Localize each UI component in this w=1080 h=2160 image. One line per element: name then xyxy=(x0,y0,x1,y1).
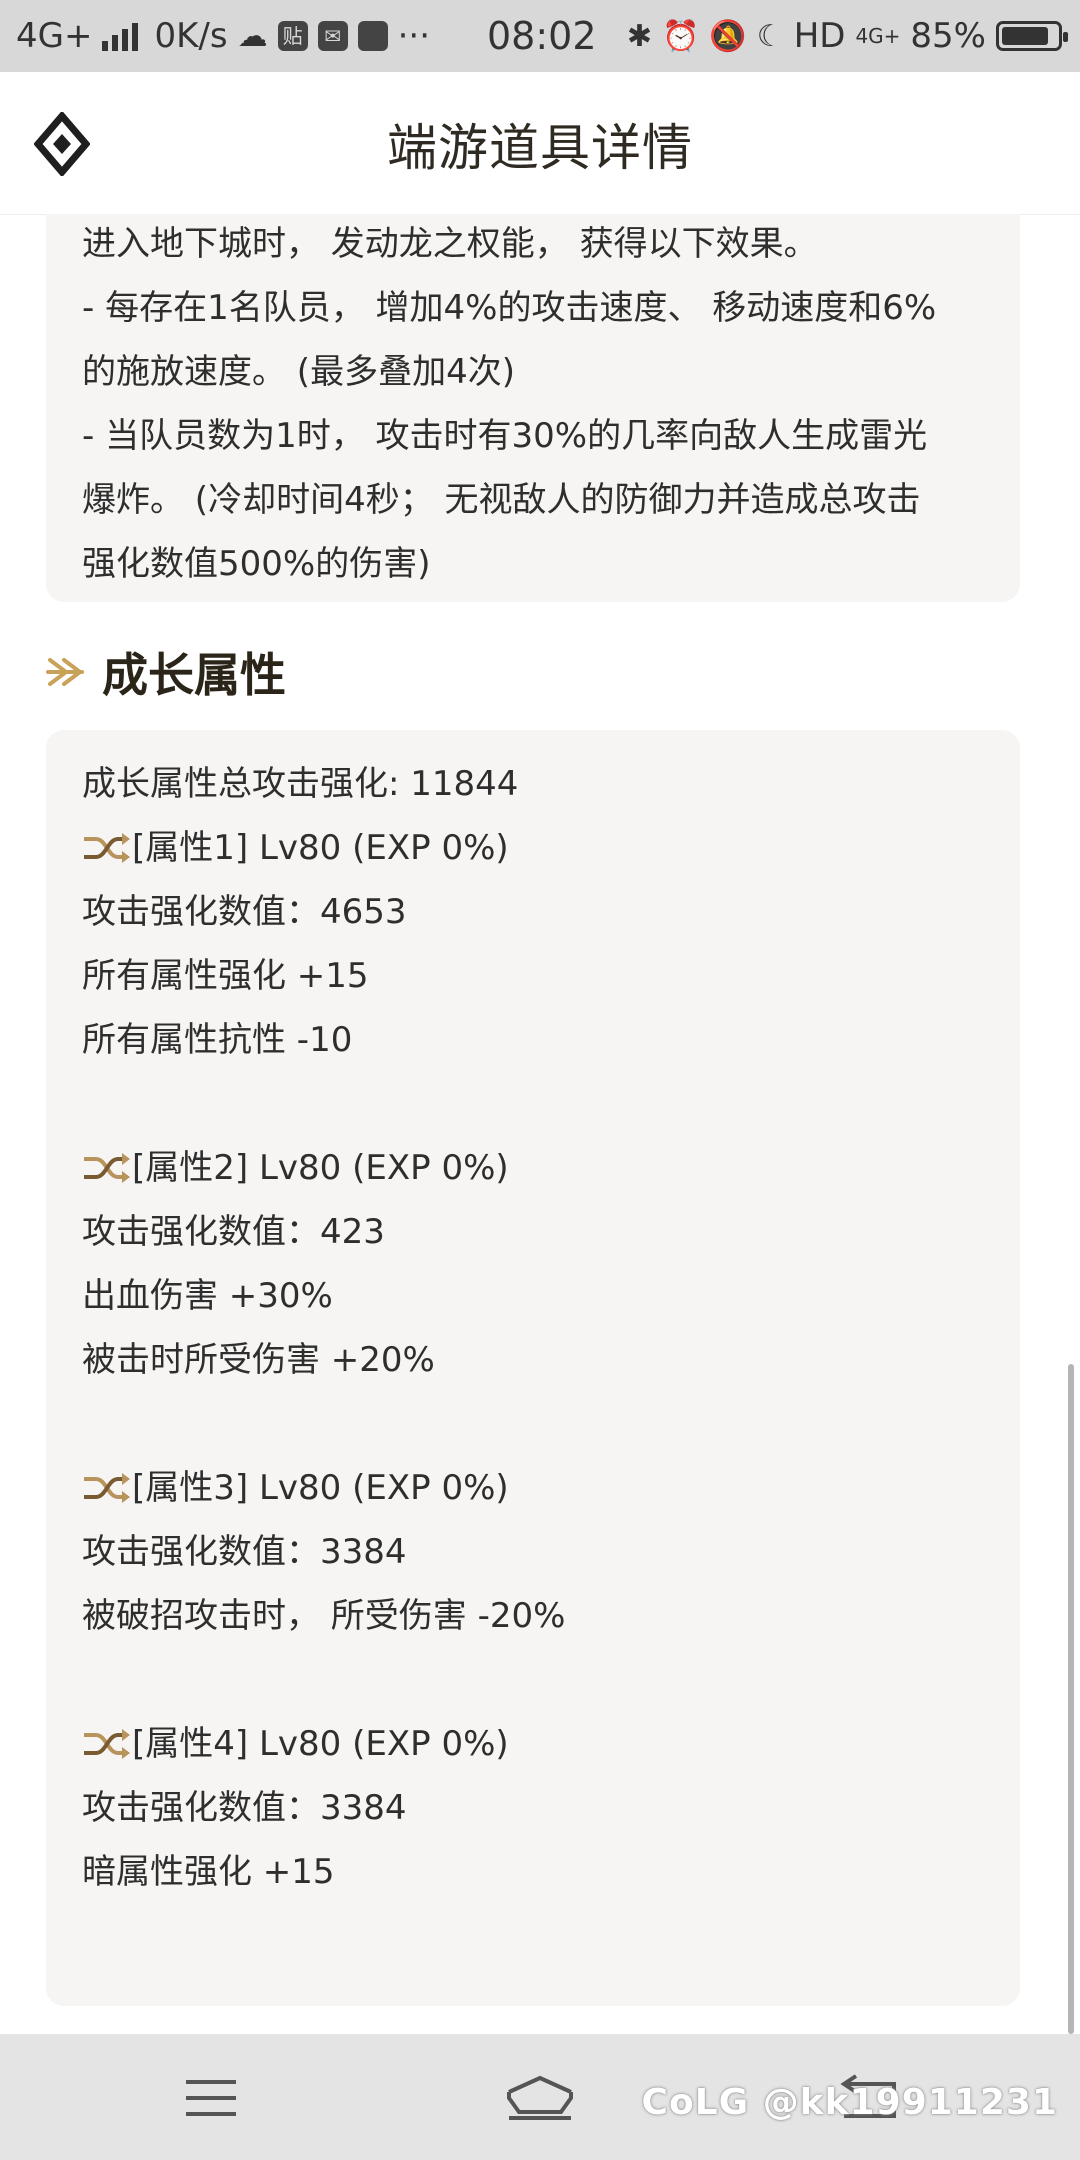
section-title: 成长属性 xyxy=(102,648,286,702)
cloud-icon: ☁ xyxy=(237,18,268,54)
header: 端游道具详情 xyxy=(0,72,1080,215)
attribute-line: 所有属性强化 +15 xyxy=(82,956,369,996)
mute-icon: 🔕 xyxy=(709,18,747,54)
attribute-line: 出血伤害 +30% xyxy=(82,1276,333,1316)
network-speed: 0K/s xyxy=(154,16,228,56)
effect-line: 进入地下城时， 发动龙之权能， 获得以下效果。 xyxy=(82,224,818,264)
clock: 08:02 xyxy=(487,14,597,58)
more-icon: ··· xyxy=(397,16,431,56)
attribute-line: 被破招攻击时， 所受伤害 -20% xyxy=(82,1596,566,1636)
shuffle-icon xyxy=(84,1729,130,1759)
mail-app-icon: ✉ xyxy=(317,21,348,51)
attribute-header: [属性3] Lv80 (EXP 0%) xyxy=(82,1456,990,1520)
double-arrow-icon xyxy=(46,658,84,686)
attribute-line: 暗属性强化 +15 xyxy=(82,1852,335,1892)
attribute-line: 攻击强化数值：3384 xyxy=(82,1788,407,1828)
network-type: 4G+ xyxy=(16,16,93,56)
growth-card: 成长属性总攻击强化: 11844 [属性1] Lv80 (EXP 0%) 攻击强… xyxy=(46,730,1020,2006)
effect-line: 强化数值500%的伤害) xyxy=(82,544,431,584)
effect-line: 的施放速度。 (最多叠加4次) xyxy=(82,352,515,392)
effect-line: - 当队员数为1时， 攻击时有30%的几率向敌人生成雷光 xyxy=(82,416,928,456)
battery-icon xyxy=(996,21,1068,51)
effect-line: - 每存在1名队员， 增加4%的攻击速度、 移动速度和6% xyxy=(82,288,937,328)
status-left: 4G+ 0K/s ☁ 贴 ✉ ··· xyxy=(16,0,430,72)
attribute-header: [属性2] Lv80 (EXP 0%) xyxy=(82,1136,990,1200)
signal-icon xyxy=(102,21,139,51)
network-right-label: 4G+ xyxy=(855,24,901,48)
home-icon[interactable] xyxy=(505,2072,575,2124)
app-icon xyxy=(357,21,388,51)
attribute-line: 被击时所受伤害 +20% xyxy=(82,1340,435,1380)
attribute-line: 攻击强化数值：3384 xyxy=(82,1532,407,1572)
attribute-header-text: [属性1] Lv80 (EXP 0%) xyxy=(132,828,509,868)
attribute-line: 所有属性抗性 -10 xyxy=(82,1020,353,1060)
attribute-header-text: [属性4] Lv80 (EXP 0%) xyxy=(132,1724,509,1764)
bluetooth-icon: ✱ xyxy=(626,18,653,54)
shuffle-icon xyxy=(84,1153,130,1183)
scrollbar[interactable] xyxy=(1068,1364,1074,2034)
page-title: 端游道具详情 xyxy=(387,119,693,177)
menu-icon[interactable] xyxy=(176,2072,246,2124)
nav-bar: CoLG @kk19911231 xyxy=(0,2034,1080,2160)
screen: 4G+ 0K/s ☁ 贴 ✉ ··· 08:02 ✱ ⏰ 🔕 ☾ HD 4G+ … xyxy=(0,0,1080,2160)
moon-icon: ☾ xyxy=(756,18,784,54)
watermark: CoLG @kk19911231 xyxy=(641,2082,1058,2123)
growth-section-heading: 成长属性 xyxy=(46,632,286,712)
attribute-line: 攻击强化数值：423 xyxy=(82,1212,385,1252)
sticker-app-icon: 贴 xyxy=(277,21,308,51)
alarm-icon: ⏰ xyxy=(662,18,700,54)
attribute-line: 攻击强化数值：4653 xyxy=(82,892,407,932)
shuffle-icon xyxy=(84,1473,130,1503)
content-scroll[interactable]: 进入地下城时， 发动龙之权能， 获得以下效果。 - 每存在1名队员， 增加4%的… xyxy=(0,214,1080,2034)
attribute-header: [属性4] Lv80 (EXP 0%) xyxy=(82,1712,990,1776)
battery-percent: 85% xyxy=(910,16,986,56)
status-right: ✱ ⏰ 🔕 ☾ HD 4G+ 85% xyxy=(626,0,1068,72)
attribute-header: [属性1] Lv80 (EXP 0%) xyxy=(82,816,990,880)
hd-label: HD xyxy=(793,16,846,56)
shuffle-icon xyxy=(84,833,130,863)
attribute-header-text: [属性3] Lv80 (EXP 0%) xyxy=(132,1468,509,1508)
attribute-header-text: [属性2] Lv80 (EXP 0%) xyxy=(132,1148,509,1188)
battery-fill xyxy=(1002,27,1048,45)
effect-line: 爆炸。 (冷却时间4秒； 无视敌人的防御力并造成总攻击 xyxy=(82,480,921,520)
growth-total: 成长属性总攻击强化: 11844 xyxy=(82,764,519,804)
effect-card: 进入地下城时， 发动龙之权能， 获得以下效果。 - 每存在1名队员， 增加4%的… xyxy=(46,214,1020,602)
status-bar: 4G+ 0K/s ☁ 贴 ✉ ··· 08:02 ✱ ⏰ 🔕 ☾ HD 4G+ … xyxy=(0,0,1080,72)
